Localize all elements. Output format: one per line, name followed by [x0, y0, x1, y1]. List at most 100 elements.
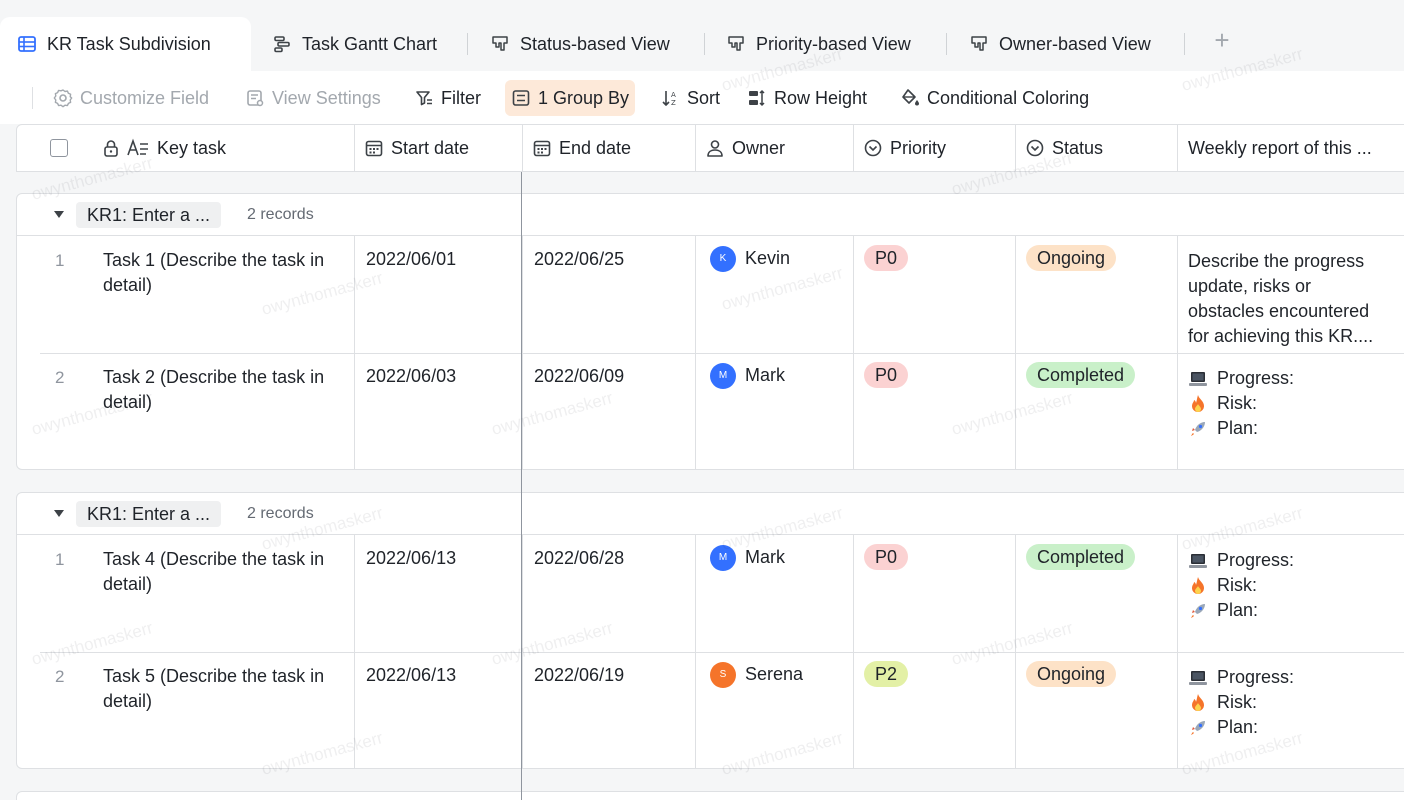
start-date-cell[interactable]: 2022/06/03 — [355, 353, 523, 470]
header-weekly-report[interactable]: Weekly report of this ... — [1178, 125, 1404, 171]
end-date-cell[interactable]: 2022/06/28 — [523, 535, 696, 652]
tab-task-gantt-chart[interactable]: Task Gantt Chart — [272, 17, 437, 71]
avatar: S — [710, 662, 736, 688]
view-toolbar: Customize Field View Settings Filter 1 G… — [0, 71, 1404, 124]
header-end-date[interactable]: End date — [523, 125, 696, 171]
priority-cell[interactable]: P2 — [854, 652, 1016, 769]
row-height-button[interactable]: Row Height — [741, 80, 873, 116]
text-field-icon — [127, 138, 148, 156]
owner-cell[interactable]: M Mark — [696, 535, 854, 652]
key-task-text: Task 5 (Describe the task in detail) — [103, 666, 325, 711]
gantt-icon — [274, 36, 290, 53]
weekly-report-cell[interactable]: Progress: Risk: Plan: — [1178, 652, 1404, 769]
report-line: obstacles encountered — [1188, 301, 1370, 321]
table-row[interactable]: 2 Task 2 (Describe the task in detail) 2… — [17, 353, 1404, 470]
report-line: Risk: — [1217, 393, 1257, 413]
status-tag: Ongoing — [1026, 661, 1117, 687]
add-view-button[interactable]: + — [1211, 27, 1233, 53]
report-line: Progress: — [1217, 550, 1295, 570]
report-line: Risk: — [1217, 575, 1257, 595]
tab-owner-based-view[interactable]: Owner-based View — [969, 17, 1151, 71]
kanban-icon — [971, 36, 987, 51]
key-task-cell[interactable]: Task 2 (Describe the task in detail) — [103, 353, 355, 470]
weekly-report-cell[interactable]: Progress: Risk: Plan: — [1178, 535, 1404, 652]
record-group — [16, 791, 1404, 800]
row-height-icon — [749, 89, 765, 107]
svg-text:Z: Z — [671, 99, 676, 107]
rocket-icon — [1191, 720, 1205, 735]
table-row[interactable]: 1 Task 1 (Describe the task in detail) 2… — [17, 236, 1404, 354]
priority-cell[interactable]: P0 — [854, 236, 1016, 353]
key-task-cell[interactable]: Task 4 (Describe the task in detail) — [103, 535, 355, 652]
weekly-report-cell[interactable]: Progress: Risk: Plan: — [1178, 353, 1404, 470]
priority-tag: P0 — [864, 544, 909, 570]
start-date-cell[interactable]: 2022/06/13 — [355, 652, 523, 769]
header-status[interactable]: Status — [1016, 125, 1178, 171]
owner-cell[interactable]: K Kevin — [696, 236, 854, 353]
conditional-coloring-button[interactable]: Conditional Coloring — [894, 80, 1095, 116]
owner-cell[interactable]: S Serena — [696, 652, 854, 769]
end-date-cell[interactable]: 2022/06/25 — [523, 236, 696, 353]
filter-label: Filter — [441, 87, 481, 108]
report-line: Plan: — [1217, 717, 1259, 737]
status-cell[interactable]: Ongoing — [1016, 236, 1178, 353]
calendar-icon — [365, 140, 383, 157]
priority-cell[interactable]: P0 — [854, 535, 1016, 652]
group-label: KR1: Enter a ... — [76, 501, 222, 527]
tab-priority-based-view[interactable]: Priority-based View — [726, 17, 911, 71]
end-date-cell[interactable]: 2022/06/09 — [523, 353, 696, 470]
report-line: Describe the progress — [1188, 251, 1365, 271]
sort-button[interactable]: AZ Sort — [654, 80, 726, 116]
view-settings-label: View Settings — [272, 87, 381, 108]
weekly-report-cell[interactable]: Describe the progress update, risks or o… — [1178, 236, 1404, 353]
laptop-icon — [1189, 371, 1207, 386]
view-settings-button[interactable]: View Settings — [239, 80, 387, 116]
report-line: update, risks or — [1188, 276, 1312, 296]
tab-label: Status-based View — [520, 33, 670, 54]
owner-name: Serena — [745, 664, 804, 684]
group-by-icon — [512, 90, 530, 106]
end-date-cell[interactable]: 2022/06/19 — [523, 652, 696, 769]
header-priority[interactable]: Priority — [854, 125, 1016, 171]
fire-icon — [1192, 394, 1204, 412]
status-cell[interactable]: Completed — [1016, 535, 1178, 652]
header-label: Weekly report of this ... — [1188, 137, 1372, 158]
header-start-date[interactable]: Start date — [355, 125, 523, 171]
collapse-caret-icon[interactable] — [54, 211, 64, 218]
status-cell[interactable]: Completed — [1016, 353, 1178, 470]
tab-divider — [1184, 33, 1185, 55]
tab-kr-task-subdivision[interactable]: KR Task Subdivision — [0, 17, 251, 71]
status-cell[interactable]: Ongoing — [1016, 652, 1178, 769]
group-header[interactable]: KR1: Enter a ... 2 records — [17, 194, 1404, 236]
start-date-cell[interactable]: 2022/06/13 — [355, 535, 523, 652]
view-tab-bar: KR Task Subdivision Task Gantt Chart Sta… — [0, 0, 1404, 71]
header-key-task[interactable]: Key task — [97, 125, 355, 171]
priority-tag: P0 — [864, 245, 909, 271]
customize-field-button[interactable]: Customize Field — [47, 80, 215, 116]
calendar-icon — [533, 140, 551, 157]
priority-tag: P0 — [864, 362, 909, 388]
start-date-cell[interactable]: 2022/06/01 — [355, 236, 523, 353]
table-row[interactable]: 1 Task 4 (Describe the task in detail) 2… — [17, 535, 1404, 653]
group-label: KR1: Enter a ... — [76, 202, 222, 228]
tab-status-based-view[interactable]: Status-based View — [490, 17, 670, 71]
filter-button[interactable]: Filter — [408, 80, 487, 116]
group-record-count: 2 records — [247, 206, 314, 223]
owner-cell[interactable]: M Mark — [696, 353, 854, 470]
filter-icon — [416, 91, 432, 106]
key-task-cell[interactable]: Task 1 (Describe the task in detail) — [103, 236, 355, 353]
grid-table-icon — [18, 36, 36, 52]
group-header[interactable]: KR1: Enter a ... 2 records — [17, 493, 1404, 535]
header-owner[interactable]: Owner — [696, 125, 854, 171]
select-all-checkbox[interactable] — [50, 139, 68, 157]
tab-label: KR Task Subdivision — [47, 33, 211, 54]
key-task-cell[interactable]: Task 5 (Describe the task in detail) — [103, 652, 355, 769]
group-by-button[interactable]: 1 Group By — [505, 80, 636, 116]
collapse-caret-icon[interactable] — [54, 510, 64, 517]
priority-cell[interactable]: P0 — [854, 353, 1016, 470]
avatar: M — [710, 363, 736, 389]
table-row[interactable]: 2 Task 5 (Describe the task in detail) 2… — [17, 652, 1404, 769]
tab-divider — [467, 33, 468, 55]
row-number: 2 — [55, 368, 65, 387]
customize-field-label: Customize Field — [80, 87, 210, 108]
